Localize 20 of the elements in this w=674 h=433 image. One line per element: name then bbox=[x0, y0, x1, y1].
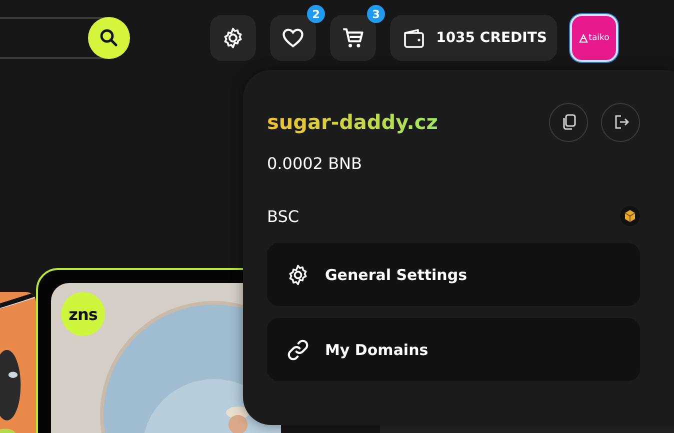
count-badge: 3 bbox=[367, 5, 386, 23]
cube-icon bbox=[620, 206, 640, 226]
heart-icon bbox=[281, 26, 306, 50]
copy-button[interactable] bbox=[549, 102, 588, 142]
search-icon bbox=[99, 28, 119, 48]
settings-button[interactable] bbox=[210, 15, 256, 61]
wallet-icon bbox=[402, 27, 426, 49]
menu-item[interactable]: My Domains bbox=[267, 318, 640, 381]
search-button[interactable] bbox=[88, 17, 130, 59]
link-icon bbox=[286, 338, 310, 362]
network-label: BSC bbox=[267, 206, 300, 226]
logo-icon bbox=[578, 34, 588, 42]
menu-item[interactable]: General Settings bbox=[267, 243, 640, 306]
search-field[interactable] bbox=[0, 17, 128, 59]
profile-avatar[interactable]: taiko bbox=[570, 14, 618, 62]
cart-icon bbox=[341, 26, 366, 50]
logout-button[interactable] bbox=[601, 102, 640, 142]
count-badge: 2 bbox=[307, 5, 326, 23]
wallet-balance: 0.0002 BNB bbox=[267, 154, 363, 175]
credits-button[interactable]: 1035 CREDITS bbox=[390, 15, 557, 61]
